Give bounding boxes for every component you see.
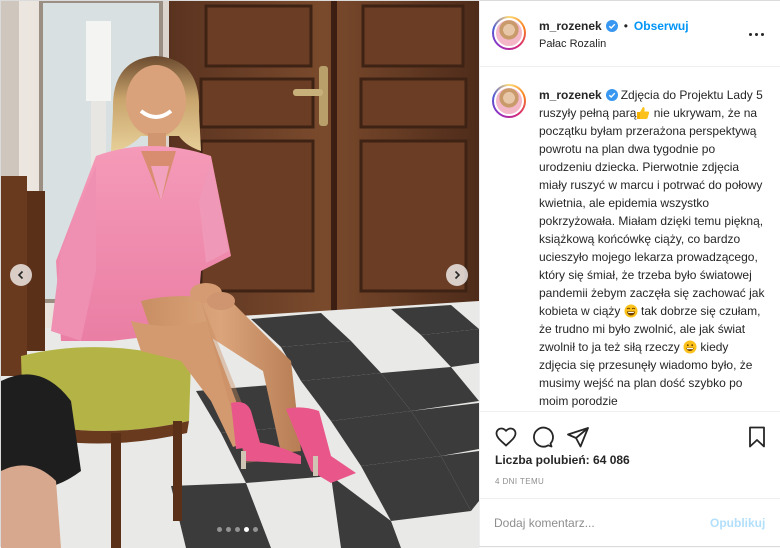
post-sidebar: m_rozenek • Obserwuj Pałac Rozalin m_roz… [479,1,780,546]
comment-input[interactable] [494,512,694,534]
caption-username[interactable]: m_rozenek [539,88,602,102]
instagram-post: m_rozenek • Obserwuj Pałac Rozalin m_roz… [0,0,780,548]
verified-badge-icon [605,89,618,101]
comment-button[interactable] [530,425,554,449]
carousel-dot [253,527,258,532]
comment-bubble-icon [533,426,554,448]
separator-dot: • [623,19,628,33]
author-username[interactable]: m_rozenek [539,19,602,33]
likes-count[interactable]: Liczba polubień: 64 086 [495,453,630,467]
publish-button[interactable]: Opublikuj [710,516,765,530]
author-line: m_rozenek • Obserwuj [539,19,689,33]
chevron-left-icon [17,270,24,280]
verified-badge-icon [605,20,618,32]
save-button[interactable] [745,425,769,449]
heart-icon [495,427,517,447]
caption-author-avatar[interactable] [492,84,526,118]
thumbs-up-emoji [637,107,650,119]
carousel-prev-button[interactable] [10,264,32,286]
photo-image [1,1,479,548]
post-location[interactable]: Pałac Rozalin [539,38,606,50]
carousel-next-button[interactable] [446,264,468,286]
chevron-right-icon [454,270,461,280]
grinning-emoji [683,340,697,354]
post-timestamp[interactable]: 4 DNI TEMU [495,477,544,486]
carousel-dot-active [244,527,249,532]
bookmark-icon [749,426,765,448]
comments-area[interactable]: m_rozenek Zdjęcia do Projektu Lady 5 rusz… [480,68,780,411]
carousel-indicator [217,527,258,532]
likes-label: Liczba polubień: [495,453,590,467]
add-comment-bar: Opublikuj [480,498,780,546]
like-button[interactable] [494,425,518,449]
laughing-emoji [624,304,638,318]
paper-plane-icon [567,427,589,448]
share-button[interactable] [566,425,590,449]
author-avatar[interactable] [492,16,526,50]
post-header: m_rozenek • Obserwuj Pałac Rozalin [480,1,780,67]
carousel-dot [226,527,231,532]
carousel-dot [217,527,222,532]
post-caption: m_rozenek Zdjęcia do Projektu Lady 5 rusz… [539,86,767,410]
post-photo[interactable] [1,1,479,548]
carousel-dot [235,527,240,532]
more-options-icon[interactable] [749,28,769,40]
caption-text-2: nie ukrywam, że na początku byłam przera… [539,106,765,318]
follow-button[interactable]: Obserwuj [634,19,689,33]
likes-number: 64 086 [593,453,630,467]
